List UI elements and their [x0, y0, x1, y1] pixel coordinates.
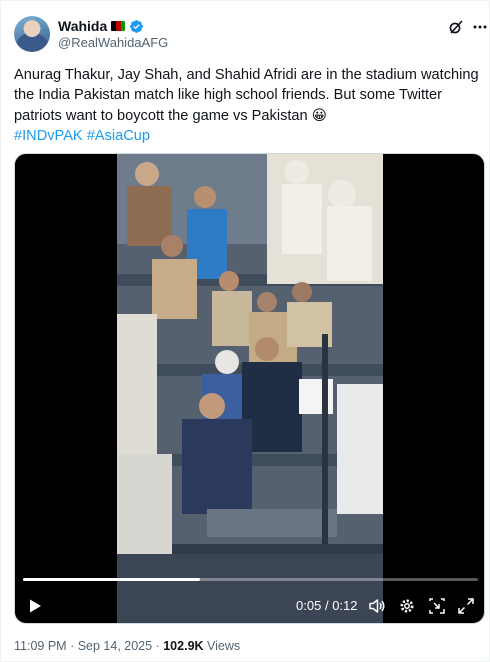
tweet-card: Wahida @RealWahidaAFG Anurag Thakur, Jay…: [0, 0, 490, 662]
video-current-time: 0:05: [296, 598, 322, 613]
video-progress-bar[interactable]: [23, 578, 478, 581]
more-options-icon[interactable]: [471, 18, 489, 36]
video-time-separator: /: [324, 598, 329, 613]
verified-badge-icon: [130, 19, 144, 33]
picture-in-picture-icon[interactable]: [428, 597, 446, 615]
author-handle[interactable]: @RealWahidaAFG: [58, 35, 168, 50]
tweet-text-line: Anurag Thakur, Jay Shah, and Shahid Afri…: [14, 67, 479, 83]
afghanistan-flag-icon: [111, 21, 126, 31]
hashtag-indvpak[interactable]: #INDvPAK: [14, 128, 83, 144]
author-name-row: Wahida: [58, 17, 144, 35]
tweet-text-line: the India Pakistan match like high schoo…: [14, 87, 443, 104]
play-icon[interactable]: [27, 598, 43, 614]
tweet-text-line: patriots want to boycott the game vs Pak…: [14, 107, 327, 124]
views-count[interactable]: 102.9K: [163, 639, 203, 653]
video-time: 0:05 / 0:12: [296, 598, 358, 613]
tweet-meta: 11:09 PM · Sep 14, 2025 · 102.9K Views: [14, 639, 240, 653]
volume-icon[interactable]: [368, 597, 386, 615]
video-controls: 0:05 / 0:12: [15, 592, 484, 620]
hashtag-asiacup[interactable]: #AsiaCup: [87, 128, 150, 144]
author-avatar[interactable]: [14, 16, 50, 52]
meta-separator: ·: [70, 639, 75, 653]
video-progress-fill: [23, 578, 201, 581]
tweet-time[interactable]: 11:09 PM: [14, 639, 67, 653]
meta-separator: ·: [155, 639, 160, 653]
author-display-name[interactable]: Wahida: [58, 18, 107, 34]
settings-gear-icon[interactable]: [398, 597, 416, 615]
fullscreen-icon[interactable]: [457, 597, 475, 615]
hashtags: #INDvPAK #AsiaCup: [14, 126, 480, 146]
video-player[interactable]: 0:05 / 0:12: [14, 153, 485, 624]
views-label: Views: [207, 639, 241, 653]
video-frame[interactable]: [117, 154, 383, 623]
tweet-text: Anurag Thakur, Jay Shah, and Shahid Afri…: [14, 65, 480, 147]
grok-icon[interactable]: [447, 18, 465, 36]
video-duration: 0:12: [332, 598, 358, 613]
tweet-date[interactable]: Sep 14, 2025: [78, 639, 152, 653]
